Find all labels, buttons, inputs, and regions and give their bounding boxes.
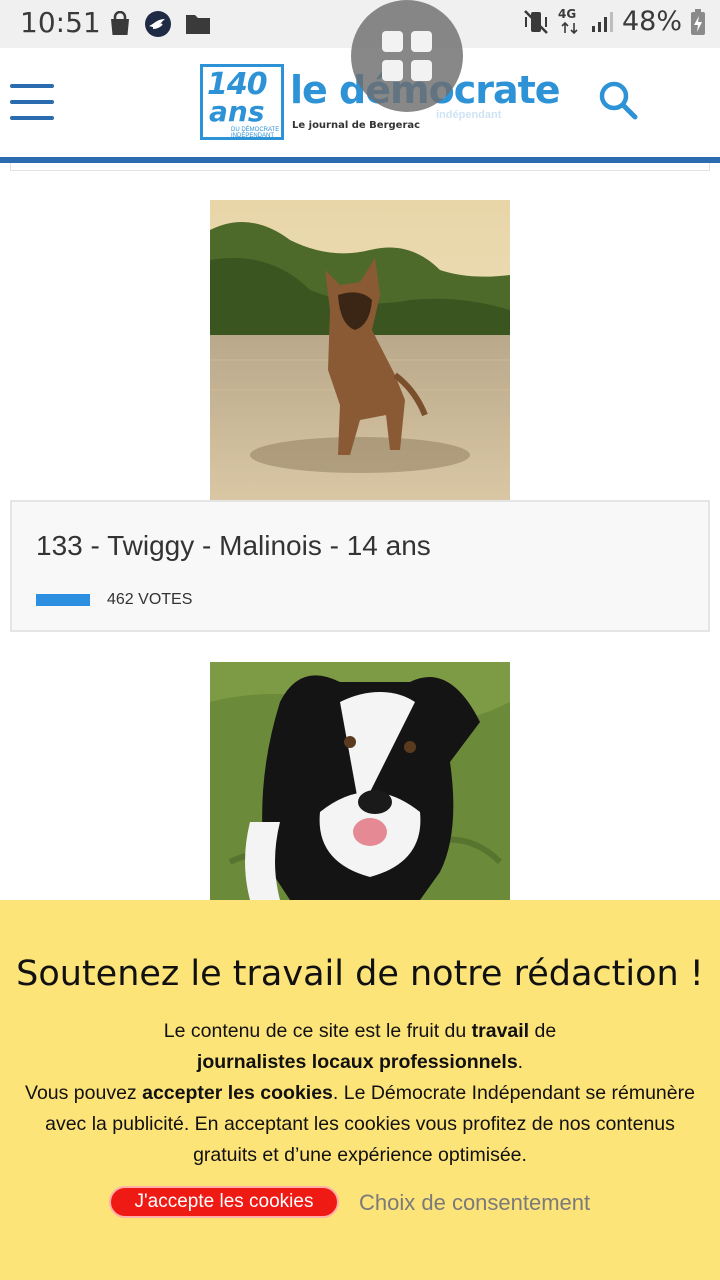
cookie-title: Soutenez le travail de notre rédaction !	[16, 954, 704, 994]
entry-card[interactable]: 133 - Twiggy - Malinois - 14 ans 462 VOT…	[10, 500, 710, 632]
cookie-text-segment: de	[529, 1020, 557, 1042]
bird-app-icon	[145, 11, 171, 37]
vibrate-mute-icon	[524, 9, 548, 34]
badge-word: ans	[209, 95, 265, 128]
cookie-text-bold: journalistes locaux professionnels	[196, 1051, 518, 1073]
floating-apps-button[interactable]	[351, 0, 463, 112]
menu-icon[interactable]	[10, 84, 54, 120]
dog-photo-twiggy[interactable]	[210, 200, 510, 500]
cookie-consent-banner: Soutenez le travail de notre rédaction !…	[0, 900, 720, 1280]
consent-choice-link[interactable]: Choix de consentement	[359, 1190, 590, 1216]
cookie-body-text: Le contenu de ce site est le fruit du tr…	[20, 1016, 700, 1171]
vote-count: 462 VOTES	[107, 591, 193, 608]
logo-tagline: Le journal de Bergerac	[292, 120, 421, 131]
search-icon[interactable]	[596, 78, 640, 122]
notification-icons	[108, 10, 212, 38]
status-time: 10:51	[20, 6, 101, 39]
folder-icon	[186, 15, 210, 34]
network-type-label: 4G	[557, 6, 577, 21]
signal-icon	[591, 11, 613, 32]
anniversary-badge: 140 ans DU DÉMOCRATE INDÉPENDANT	[200, 64, 284, 140]
logo-subtitle: indépendant	[436, 109, 502, 121]
dog-photo-border-collie[interactable]	[210, 662, 510, 900]
accept-cookies-button[interactable]: J'accepte les cookies	[109, 1186, 339, 1218]
network-4g-icon: 4G	[558, 7, 582, 37]
cookie-text-segment: Vous pouvez	[25, 1082, 143, 1104]
battery-percentage: 48%	[621, 6, 682, 37]
vote-progress-bar	[36, 594, 90, 606]
previous-card-edge	[10, 163, 710, 171]
shopping-bag-icon	[111, 11, 129, 35]
cookie-text-segment: Le contenu de ce site est le fruit du	[163, 1020, 472, 1042]
status-right: 4G 48%	[522, 6, 706, 37]
cookie-text-bold: accepter les cookies	[142, 1082, 333, 1104]
entry-title: 133 - Twiggy - Malinois - 14 ans	[36, 530, 431, 561]
cookie-text-segment: .	[517, 1051, 524, 1073]
cookie-text-bold: travail	[471, 1020, 530, 1042]
badge-subtext: DU DÉMOCRATE INDÉPENDANT	[231, 127, 280, 139]
battery-charging-icon	[691, 8, 705, 35]
